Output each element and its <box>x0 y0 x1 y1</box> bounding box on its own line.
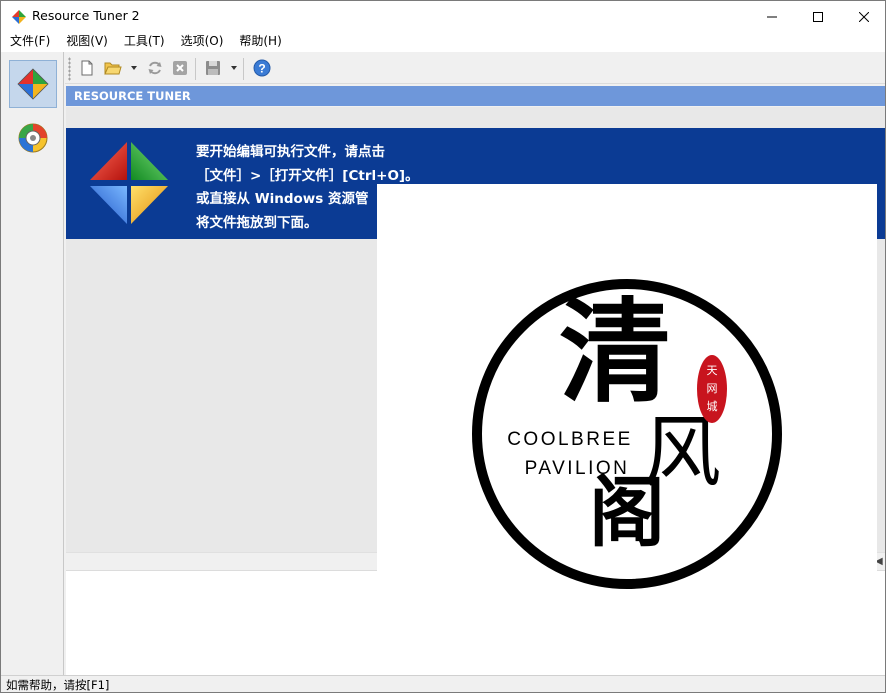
maximize-button[interactable] <box>795 1 841 32</box>
color-wheel-icon <box>18 123 48 153</box>
toolbar-separator <box>243 58 244 80</box>
resource-explorer-view-button[interactable] <box>9 114 57 162</box>
resource-tuner-view-button[interactable] <box>9 60 57 108</box>
red-seal: 天 网 城 <box>697 355 727 423</box>
svg-text:天: 天 <box>707 364 718 377</box>
open-dropdown-arrow[interactable] <box>131 66 137 70</box>
menu-view[interactable]: 视图(V) <box>57 32 115 52</box>
minimize-icon <box>767 16 777 17</box>
minimize-button[interactable] <box>749 1 795 32</box>
close-file-button[interactable] <box>169 57 191 79</box>
maximize-icon <box>813 11 823 22</box>
menu-bar: 文件(F) 视图(V) 工具(T) 选项(O) 帮助(H) <box>1 32 885 52</box>
close-icon <box>859 11 869 22</box>
left-panel <box>1 52 64 675</box>
status-bar: 如需帮助，请按[F1] <box>1 675 885 692</box>
menu-tools[interactable]: 工具(T) <box>115 32 172 52</box>
logo-char-ge: 阁 <box>589 468 665 557</box>
logo-overlay-image: 清 风 阁 COOLBREE PAVILION 天 网 城 <box>377 184 877 684</box>
logo-char-qing: 清 <box>559 287 671 418</box>
help-icon: ? <box>253 59 271 77</box>
menu-help[interactable]: 帮助(H) <box>230 32 288 52</box>
status-text: 如需帮助，请按[F1] <box>6 678 110 692</box>
svg-text:城: 城 <box>707 400 718 413</box>
save-dropdown-arrow[interactable] <box>231 66 237 70</box>
open-file-button[interactable] <box>102 57 124 79</box>
refresh-button[interactable] <box>144 57 166 79</box>
resource-tuner-logo <box>90 142 168 224</box>
banner-line-1: 要开始编辑可执行文件，请点击 <box>196 144 385 160</box>
menu-options[interactable]: 选项(O) <box>172 32 231 52</box>
section-header: RESOURCE TUNER <box>66 86 885 106</box>
new-file-icon <box>81 60 93 76</box>
colored-diamond-icon <box>17 68 49 100</box>
toolbar-grip[interactable] <box>68 57 71 81</box>
open-folder-icon <box>104 62 122 75</box>
new-file-button[interactable] <box>76 57 98 79</box>
svg-text:网: 网 <box>707 382 718 395</box>
app-icon <box>12 10 26 24</box>
logo-english-line-2: PAVILION <box>525 458 630 479</box>
toolbar-separator <box>195 58 196 80</box>
help-button[interactable]: ? <box>251 57 273 79</box>
window-title: Resource Tuner 2 <box>32 8 140 23</box>
svg-text:?: ? <box>258 62 265 76</box>
close-button[interactable] <box>841 1 886 32</box>
menu-file[interactable]: 文件(F) <box>1 32 57 52</box>
coolbree-pavilion-logo: 清 风 阁 COOLBREE PAVILION 天 网 城 <box>472 279 782 589</box>
refresh-icon <box>148 61 162 75</box>
toolbar: ? <box>65 52 885 84</box>
close-file-icon <box>173 61 187 75</box>
save-button[interactable] <box>202 57 224 79</box>
save-icon <box>206 61 220 75</box>
app-window: Resource Tuner 2 文件(F) 视图(V) 工具(T) 选项(O)… <box>0 0 886 693</box>
logo-english-line-1: COOLBREE <box>507 429 633 450</box>
title-bar[interactable]: Resource Tuner 2 <box>1 1 885 32</box>
